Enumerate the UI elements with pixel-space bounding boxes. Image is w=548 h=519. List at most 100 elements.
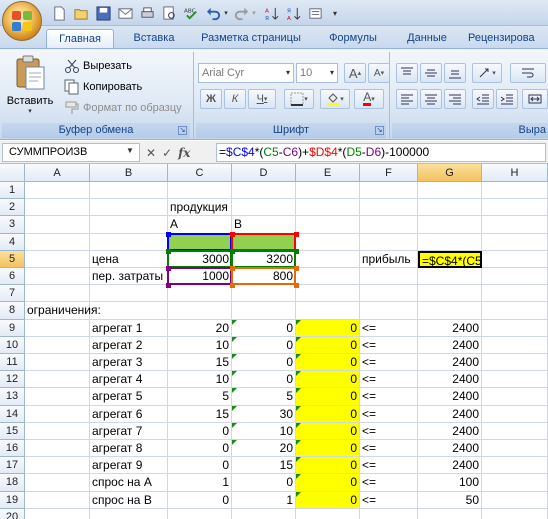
undo-dropdown-icon[interactable]: ▾ <box>222 4 230 22</box>
cell-G9[interactable]: 2400 <box>418 319 482 337</box>
row-header-12[interactable]: 12 <box>0 371 25 389</box>
cell-C11[interactable]: 15 <box>168 354 232 372</box>
cell-D7[interactable] <box>232 285 296 303</box>
paste-button[interactable]: Вставить ▾ <box>7 55 53 127</box>
increase-indent-button[interactable] <box>496 89 518 109</box>
cell-B15[interactable]: агрегат 7 <box>90 422 168 440</box>
row-header-6[interactable]: 6 <box>0 268 25 286</box>
row-header-5[interactable]: 5 <box>0 250 25 268</box>
office-button[interactable] <box>2 1 42 41</box>
insert-function-icon[interactable]: fx <box>178 146 190 160</box>
cell-B17[interactable]: агрегат 9 <box>90 457 168 475</box>
name-box[interactable]: СУММПРОИЗВ <box>2 143 140 162</box>
print-icon[interactable] <box>138 4 156 22</box>
cell-D16[interactable]: 20 <box>232 440 296 458</box>
cell-C15[interactable]: 0 <box>168 422 232 440</box>
cell-F4[interactable] <box>360 233 418 251</box>
cell-F16[interactable]: <= <box>360 440 418 458</box>
row-header-17[interactable]: 17 <box>0 457 25 475</box>
tab-home[interactable]: Главная <box>46 29 114 48</box>
row-header-9[interactable]: 9 <box>0 319 25 337</box>
select-all-corner[interactable] <box>0 164 25 182</box>
cell-B18[interactable]: спрос на A <box>90 474 168 492</box>
cell-G20[interactable] <box>418 508 482 519</box>
cell-A9[interactable] <box>25 319 90 337</box>
bold-button[interactable]: Ж <box>200 89 222 109</box>
cell-B11[interactable]: агрегат 3 <box>90 354 168 372</box>
row-header-2[interactable]: 2 <box>0 199 25 217</box>
cell-H8[interactable] <box>482 302 548 320</box>
cell-E3[interactable] <box>296 216 360 234</box>
cell-A19[interactable] <box>25 491 90 509</box>
cell-C7[interactable] <box>168 285 232 303</box>
cell-A4[interactable] <box>25 233 90 251</box>
cell-C14[interactable]: 15 <box>168 405 232 423</box>
cell-E16[interactable]: 0 <box>296 440 360 458</box>
cell-E12[interactable]: 0 <box>296 371 360 389</box>
cell-F8[interactable] <box>360 302 418 320</box>
row-header-7[interactable]: 7 <box>0 285 25 303</box>
cell-A2[interactable] <box>25 199 90 217</box>
column-header-A[interactable]: A <box>25 164 90 182</box>
cell-G10[interactable]: 2400 <box>418 336 482 354</box>
cell-D1[interactable] <box>232 182 296 200</box>
cell-B16[interactable]: агрегат 8 <box>90 440 168 458</box>
fill-color-button[interactable]: ▾ <box>320 89 350 109</box>
cell-A17[interactable] <box>25 457 90 475</box>
cell-C9[interactable]: 20 <box>168 319 232 337</box>
cell-F9[interactable]: <= <box>360 319 418 337</box>
align-left-button[interactable] <box>396 89 418 109</box>
column-header-C[interactable]: C <box>168 164 232 182</box>
cell-D17[interactable]: 15 <box>232 457 296 475</box>
cell-C1[interactable] <box>168 182 232 200</box>
cell-A13[interactable] <box>25 388 90 406</box>
cell-F12[interactable]: <= <box>360 371 418 389</box>
clipboard-launcher-icon[interactable]: ↘ <box>178 126 187 135</box>
copy-button[interactable]: Копировать <box>64 79 142 95</box>
cell-D15[interactable]: 10 <box>232 422 296 440</box>
tab-insert[interactable]: Вставка <box>120 29 188 48</box>
customize-icon[interactable]: ▾ <box>326 4 344 22</box>
font-name-box[interactable]: Arial Cyr ▾ <box>198 63 294 83</box>
row-header-18[interactable]: 18 <box>0 474 25 492</box>
cell-E18[interactable]: 0 <box>296 474 360 492</box>
cell-E4[interactable] <box>296 233 360 251</box>
cut-button[interactable]: Вырезать <box>64 58 132 74</box>
cell-E11[interactable]: 0 <box>296 354 360 372</box>
cell-G3[interactable] <box>418 216 482 234</box>
cell-C5[interactable]: 3000 <box>168 250 232 268</box>
decrease-indent-button[interactable] <box>472 89 494 109</box>
row-header-19[interactable]: 19 <box>0 491 25 509</box>
cell-C16[interactable]: 0 <box>168 440 232 458</box>
cell-H20[interactable] <box>482 508 548 519</box>
cell-F7[interactable] <box>360 285 418 303</box>
cell-A3[interactable] <box>25 216 90 234</box>
cell-A18[interactable] <box>25 474 90 492</box>
cell-A11[interactable] <box>25 354 90 372</box>
cell-G11[interactable]: 2400 <box>418 354 482 372</box>
cell-D18[interactable]: 0 <box>232 474 296 492</box>
cell-F19[interactable]: <= <box>360 491 418 509</box>
enter-icon[interactable]: ✓ <box>162 146 172 160</box>
cell-E14[interactable]: 0 <box>296 405 360 423</box>
cell-C13[interactable]: 5 <box>168 388 232 406</box>
column-header-D[interactable]: D <box>232 164 296 182</box>
cell-B14[interactable]: агрегат 6 <box>90 405 168 423</box>
row-header-15[interactable]: 15 <box>0 422 25 440</box>
cell-F13[interactable]: <= <box>360 388 418 406</box>
cell-E17[interactable]: 0 <box>296 457 360 475</box>
cell-C2[interactable]: продукция <box>168 199 232 217</box>
cell-E7[interactable] <box>296 285 360 303</box>
cell-H14[interactable] <box>482 405 548 423</box>
preview-icon[interactable] <box>160 4 178 22</box>
cell-F5[interactable]: прибыль <box>360 250 418 268</box>
cell-D12[interactable]: 0 <box>232 371 296 389</box>
cell-D20[interactable] <box>232 508 296 519</box>
cell-A10[interactable] <box>25 336 90 354</box>
cell-H2[interactable] <box>482 199 548 217</box>
cell-F2[interactable] <box>360 199 418 217</box>
row-header-14[interactable]: 14 <box>0 405 25 423</box>
cell-A16[interactable] <box>25 440 90 458</box>
cell-G16[interactable]: 2400 <box>418 440 482 458</box>
cell-H11[interactable] <box>482 354 548 372</box>
